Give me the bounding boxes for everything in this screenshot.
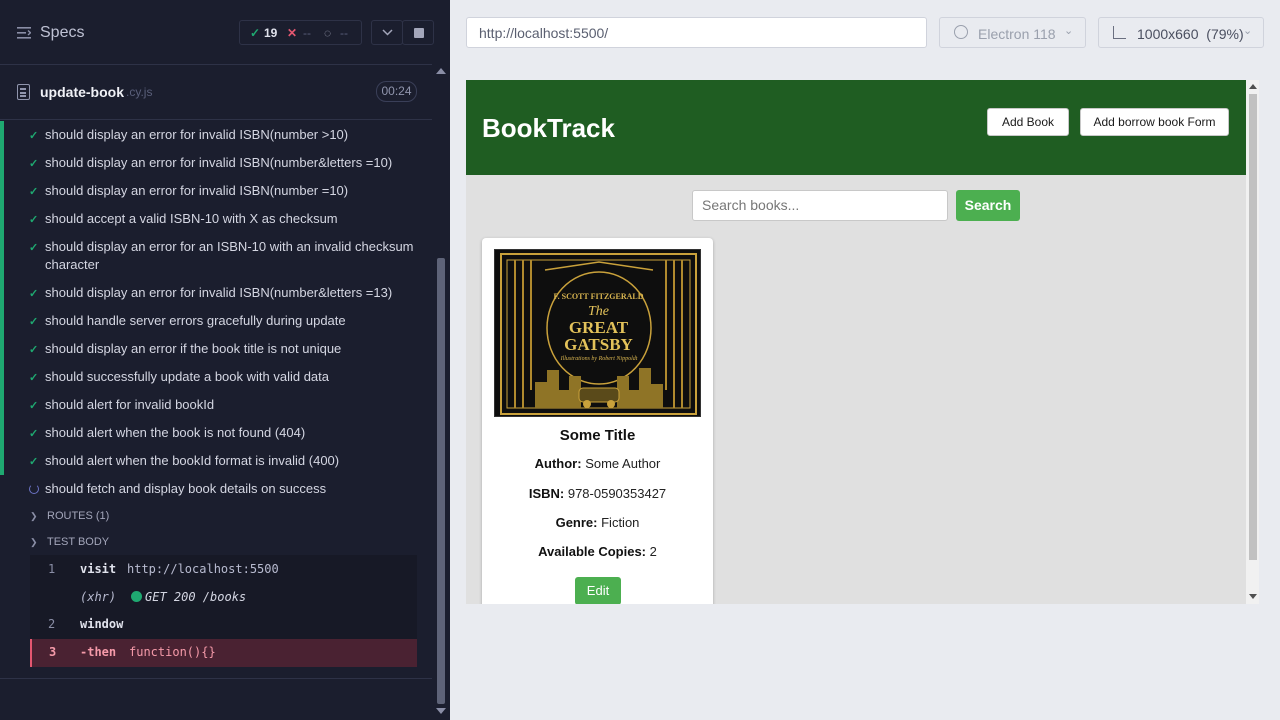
command-name: -then: [80, 645, 117, 659]
divider: [0, 678, 432, 679]
chevron-right-icon[interactable]: ❯: [30, 511, 38, 522]
test-body-section[interactable]: TEST BODY: [47, 536, 109, 548]
spec-name: update-book: [40, 84, 124, 100]
test-item[interactable]: should alert when the bookId format is i…: [45, 452, 415, 470]
pass-check-icon: ✓: [250, 26, 261, 40]
electron-icon: [954, 25, 968, 39]
test-item[interactable]: should alert when the book is not found …: [45, 424, 415, 442]
xhr-tag: (xhr): [80, 590, 117, 604]
check-icon: ✓: [29, 288, 39, 300]
scroll-down-icon[interactable]: [436, 708, 446, 714]
stop-icon: [414, 28, 424, 38]
command-number: 1: [48, 562, 56, 576]
chevron-down-icon: ⌄: [1243, 25, 1253, 37]
aut-scroll-thumb[interactable]: [1249, 94, 1257, 560]
test-item[interactable]: should handle server errors gracefully d…: [45, 312, 415, 330]
check-icon: ✓: [29, 130, 39, 142]
failed-command-row[interactable]: 3 -then function(){}: [30, 639, 417, 667]
chevron-down-icon[interactable]: ❯: [30, 537, 38, 548]
check-icon: ✓: [29, 400, 39, 412]
command-number: 2: [48, 617, 56, 631]
viewport-label: 1000x660 (79%): [1137, 26, 1244, 42]
specs-label[interactable]: Specs: [40, 24, 84, 42]
stop-button[interactable]: [402, 20, 434, 45]
check-icon: ✓: [29, 316, 39, 328]
spec-duration: 00:24: [376, 81, 417, 102]
viewport-selector[interactable]: 1000x660 (79%) ⌄: [1098, 17, 1264, 48]
browser-selector[interactable]: Electron 118 ⌄: [939, 17, 1086, 48]
fail-x-icon: ✕: [287, 26, 298, 40]
chevron-down-icon: ⌄: [1064, 25, 1074, 37]
cover-author: F. SCOTT FITZGERALD: [553, 292, 644, 301]
search-button[interactable]: Search: [956, 190, 1020, 221]
check-icon: ✓: [29, 456, 39, 468]
app-under-test: BookTrack Add Book Add borrow book Form …: [466, 80, 1259, 604]
command-message[interactable]: http://localhost:5500: [127, 562, 279, 576]
file-icon: [17, 84, 30, 100]
test-item[interactable]: should alert for invalid bookId: [45, 396, 415, 414]
add-book-button[interactable]: Add Book: [987, 108, 1069, 136]
test-item[interactable]: should display an error for invalid ISBN…: [45, 284, 415, 302]
book-cover-image: F. SCOTT FITZGERALD The GREAT GATSBY Ill…: [494, 249, 701, 417]
app-header: BookTrack Add Book Add borrow book Form: [466, 80, 1246, 175]
spec-extension: .cy.js: [126, 85, 153, 99]
command-log: 1 visit http://localhost:5500 (xhr) GET …: [30, 555, 417, 667]
test-item[interactable]: should display an error for invalid ISBN…: [45, 182, 415, 200]
command-name[interactable]: window: [80, 617, 123, 631]
specs-menu-icon[interactable]: [17, 27, 31, 39]
book-title: Some Title: [559, 427, 636, 444]
routes-section[interactable]: ROUTES (1): [47, 510, 109, 522]
passed-indicator-bar: [0, 121, 4, 475]
app-title: BookTrack: [482, 113, 615, 143]
cover-illustrator: Illustrations by Robert Nippoldt: [560, 356, 638, 362]
running-spinner-icon: [29, 484, 39, 494]
command-name[interactable]: visit: [80, 562, 116, 576]
command-message: function(){}: [129, 645, 216, 659]
test-item[interactable]: should display an error for an ISBN-10 w…: [45, 238, 415, 274]
book-copies: Available Copies: 2: [538, 544, 657, 559]
test-item[interactable]: should display an error if the book titl…: [45, 340, 415, 358]
ruler-icon: [1113, 26, 1126, 39]
search-input[interactable]: Search books...: [692, 190, 948, 221]
spec-header: update-book .cy.js 00:24: [0, 66, 432, 120]
xhr-status-dot-icon: [131, 591, 142, 602]
passed-count: 19: [264, 26, 278, 40]
cover-title-line: GATSBY: [564, 335, 633, 354]
test-item[interactable]: should display an error for invalid ISBN…: [45, 126, 415, 144]
pending-count: --: [340, 26, 348, 40]
xhr-message[interactable]: GET 200 /books: [145, 590, 246, 604]
check-icon: ✓: [29, 186, 39, 198]
test-item[interactable]: should display an error for invalid ISBN…: [45, 154, 415, 172]
browser-label: Electron 118: [978, 26, 1056, 42]
scroll-up-icon[interactable]: [436, 68, 446, 74]
runner-scroll-thumb[interactable]: [437, 258, 445, 704]
book-isbn: ISBN: 978-0590353427: [528, 486, 667, 501]
test-stats: ✓ 19 ✕ -- ◌ --: [239, 20, 362, 45]
check-icon: ✓: [29, 242, 39, 254]
runner-header: Specs ✓ 19 ✕ -- ◌ --: [0, 0, 434, 65]
book-author: Author: Some Author: [534, 456, 661, 471]
cypress-runner-panel: Specs ✓ 19 ✕ -- ◌ -- update-book .cy.js …: [0, 0, 450, 720]
test-item[interactable]: should successfully update a book with v…: [45, 368, 415, 386]
check-icon: ✓: [29, 344, 39, 356]
check-icon: ✓: [29, 158, 39, 170]
pending-icon: ◌: [324, 26, 332, 40]
url-bar[interactable]: http://localhost:5500/: [466, 17, 927, 48]
book-card: F. SCOTT FITZGERALD The GREAT GATSBY Ill…: [482, 238, 713, 604]
check-icon: ✓: [29, 214, 39, 226]
chevron-down-icon: [382, 29, 393, 36]
running-test-item[interactable]: should fetch and display book details on…: [45, 480, 415, 498]
scroll-down-icon[interactable]: [1249, 594, 1257, 599]
book-genre: Genre: Fiction: [555, 515, 640, 530]
scroll-up-icon[interactable]: [1249, 84, 1257, 89]
add-borrow-form-button[interactable]: Add borrow book Form: [1080, 108, 1229, 136]
test-item[interactable]: should accept a valid ISBN-10 with X as …: [45, 210, 415, 228]
command-number: 3: [49, 645, 57, 659]
failed-count: --: [303, 26, 311, 40]
aut-panel: http://localhost:5500/ Electron 118 ⌄ 10…: [450, 0, 1280, 720]
check-icon: ✓: [29, 372, 39, 384]
expand-button[interactable]: [371, 20, 403, 45]
check-icon: ✓: [29, 428, 39, 440]
edit-button[interactable]: Edit: [575, 577, 621, 604]
